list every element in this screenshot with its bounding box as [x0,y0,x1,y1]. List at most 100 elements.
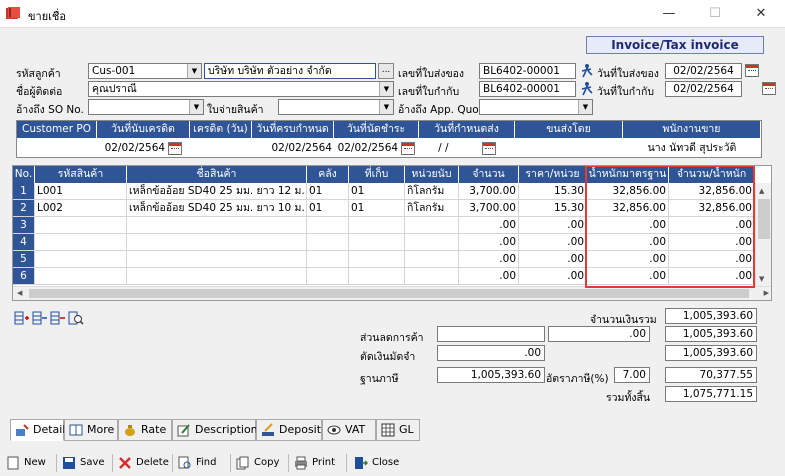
running-number-icon[interactable] [580,63,594,78]
grid-cell-price[interactable]: 15.30 [519,200,587,217]
tax-date-field[interactable]: 02/02/2564 [665,81,742,97]
customer-po-field[interactable] [17,139,97,157]
maximize-button[interactable]: ☐ [692,0,738,28]
grid-cell-wh[interactable]: 01 [307,200,349,217]
copy-button[interactable]: Copy [236,454,279,472]
chevron-down-icon[interactable]: ▼ [379,100,393,114]
running-number-icon[interactable] [580,81,594,96]
chevron-down-icon[interactable]: ▼ [187,64,201,78]
browse-customer-button[interactable]: ... [378,63,394,79]
delivery-ref-combo[interactable]: ▼ [278,99,394,115]
insert-row-icon[interactable] [14,310,30,326]
grid-cell-name[interactable]: เหล็กข้ออ้อย SD40 25 มม. ยาว 10 ม. [127,200,307,217]
grid-cell-code[interactable] [35,251,127,268]
grid-cell-code[interactable] [35,268,127,285]
grid-cell-loc[interactable] [349,234,405,251]
grid-cell-wh[interactable] [307,217,349,234]
scroll-down-icon[interactable]: ▼ [759,275,764,283]
grid-cell-price[interactable]: 15.30 [519,183,587,200]
calendar-icon[interactable] [762,82,777,95]
grid-cell-price[interactable]: .00 [519,268,587,285]
grid-cell-loc[interactable] [349,217,405,234]
delivery-date-field[interactable]: 02/02/2564 [665,63,742,79]
credit-start-date-field[interactable]: 02/02/2564 [97,139,190,157]
calendar-icon[interactable] [168,141,183,155]
chevron-down-icon[interactable]: ▼ [189,100,203,114]
grid-cell-loc[interactable]: 01 [349,183,405,200]
h-scroll-thumb[interactable] [29,289,749,298]
tab-vat[interactable]: VAT [322,419,376,441]
grid-cell-qty[interactable]: .00 [459,251,519,268]
grid-cell-code[interactable] [35,217,127,234]
so-ref-combo[interactable]: ▼ [88,99,204,115]
scroll-up-icon[interactable]: ▲ [759,187,764,195]
grid-horizontal-scrollbar[interactable]: ◀ ▶ [13,286,771,300]
chevron-down-icon[interactable]: ▼ [578,100,592,114]
grid-cell-name[interactable] [127,217,307,234]
calendar-icon[interactable] [401,141,416,155]
grid-cell-wh[interactable]: 01 [307,183,349,200]
tab-more[interactable]: More [64,419,118,441]
grid-cell-qty[interactable]: .00 [459,217,519,234]
tab-deposit[interactable]: Deposit [256,419,322,441]
grid-cell-qty[interactable]: 3,700.00 [459,200,519,217]
grid-cell-price[interactable]: .00 [519,217,587,234]
delete-row-icon[interactable] [50,310,66,326]
grid-cell-wh[interactable] [307,234,349,251]
app-quo-combo[interactable]: ▼ [479,99,593,115]
tab-rate[interactable]: Rate [118,419,172,441]
grid-cell-loc[interactable] [349,268,405,285]
tax-invoice-no-field[interactable]: BL6402-00001 [479,81,576,97]
shipped-by-field[interactable] [515,139,623,157]
grid-cell-unit[interactable] [405,251,459,268]
delete-button[interactable]: Delete [118,454,169,472]
grid-cell-qty[interactable]: 3,700.00 [459,183,519,200]
scroll-thumb[interactable] [758,199,770,239]
grid-cell-name[interactable] [127,251,307,268]
close-button[interactable]: Close [354,454,399,472]
grid-vertical-scrollbar[interactable]: ▲ ▼ [755,183,771,287]
save-button[interactable]: Save [62,454,105,472]
grid-cell-loc[interactable] [349,251,405,268]
grid-cell-price[interactable]: .00 [519,251,587,268]
grid-cell-name[interactable]: เหล็กข้ออ้อย SD40 25 มม. ยาว 12 ม. [127,183,307,200]
contact-combo[interactable]: คุณปราณี ▼ [88,81,394,97]
grid-cell-qty[interactable]: .00 [459,268,519,285]
tab-description[interactable]: Description [172,419,258,441]
print-button[interactable]: Print [294,454,335,472]
salesperson-field[interactable]: นาง นัทวดี สุประวัติ [623,139,761,157]
due-date-field[interactable]: 02/02/2564 [252,139,334,157]
grid-cell-name[interactable] [127,268,307,285]
grid-cell-code[interactable] [35,234,127,251]
item-grid[interactable]: No. รหัสสินค้า ชื่อสินค้า คลัง ที่เก็บ ห… [12,165,772,301]
scroll-left-icon[interactable]: ◀ [17,289,22,297]
grid-cell-price[interactable]: .00 [519,234,587,251]
credit-days-field[interactable] [190,139,252,157]
grid-cell-qty[interactable]: .00 [459,234,519,251]
delivery-no-field[interactable]: BL6402-00001 [479,63,576,79]
search-item-icon[interactable] [68,310,84,326]
deposit-field[interactable]: .00 [437,345,545,361]
grid-cell-code[interactable]: L001 [35,183,127,200]
grid-cell-loc[interactable]: 01 [349,200,405,217]
minimize-button[interactable]: — [646,0,692,28]
calendar-icon[interactable] [481,141,496,155]
payment-date-field[interactable]: 02/02/2564 [334,139,419,157]
close-window-button[interactable]: ✕ [738,0,784,28]
grid-cell-code[interactable]: L002 [35,200,127,217]
grid-cell-wh[interactable] [307,268,349,285]
calendar-icon[interactable] [745,64,759,77]
chevron-down-icon[interactable]: ▼ [379,82,393,96]
tab-detail[interactable]: Detail [10,419,65,441]
vat-rate-field[interactable]: 7.00 [614,367,650,383]
tab-gl[interactable]: GL [376,419,420,441]
grid-cell-unit[interactable] [405,234,459,251]
grid-cell-wh[interactable] [307,251,349,268]
discount-text-field[interactable] [437,326,545,342]
ship-date-field[interactable]: / / [419,139,515,157]
grid-cell-unit[interactable]: กิโลกรัม [405,183,459,200]
customer-code-combo[interactable]: Cus-001 ▼ [88,63,202,79]
grid-cell-unit[interactable] [405,268,459,285]
add-row-icon[interactable] [32,310,48,326]
grid-cell-unit[interactable] [405,217,459,234]
